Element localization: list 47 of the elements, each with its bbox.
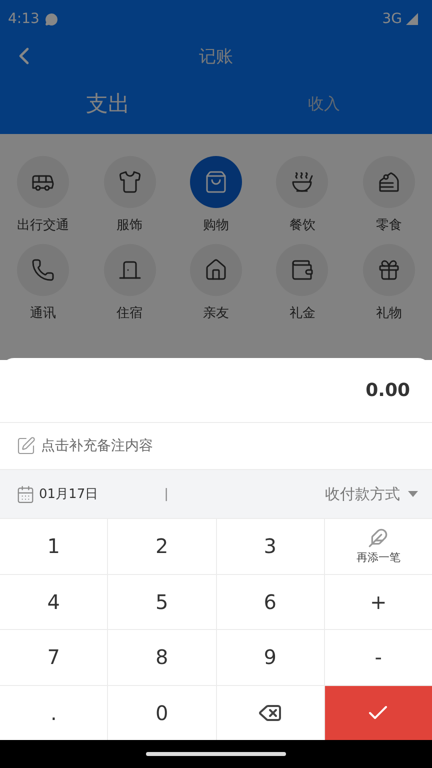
amount-display: 0.00: [366, 380, 410, 400]
payment-method-dropdown[interactable]: 收付款方式: [325, 484, 418, 504]
calendar-icon: [16, 484, 35, 504]
keypad-key[interactable]: 7: [0, 630, 108, 684]
feather-icon: [368, 528, 388, 548]
signal-icon: [406, 13, 418, 25]
status-time: 4:13: [8, 11, 40, 27]
edit-icon: [16, 436, 36, 456]
cake-icon: [376, 170, 401, 194]
keypad-key[interactable]: 4: [0, 574, 108, 629]
house-icon: [204, 258, 228, 282]
network-type: 3G: [382, 11, 402, 27]
confirm-button[interactable]: [324, 686, 432, 740]
shirt-icon: [118, 170, 142, 194]
category-label: 服饰: [116, 217, 143, 234]
keypad-key[interactable]: 3: [216, 519, 324, 574]
category-label: 住宿: [116, 305, 143, 322]
keypad-key[interactable]: 8: [108, 630, 216, 684]
category-label: 餐饮: [289, 217, 316, 234]
keypad-key[interactable]: 2: [108, 519, 216, 574]
keypad-key[interactable]: +: [324, 574, 432, 629]
category-label: 购物: [202, 217, 229, 234]
keypad-key[interactable]: 9: [216, 630, 324, 684]
date-button[interactable]: 01月17日: [16, 484, 98, 504]
shopping-bag-icon: [204, 170, 228, 194]
caret-icon: [408, 491, 418, 497]
add-another-button[interactable]: 再添一笔: [324, 519, 432, 574]
page-title: 记账: [199, 46, 233, 68]
keypad-key[interactable]: 1: [0, 519, 108, 574]
delete-key[interactable]: [216, 686, 324, 740]
category-label: 礼金: [289, 305, 316, 322]
category-label: 零食: [376, 217, 402, 234]
category-label: 出行交通: [17, 217, 70, 234]
separator: |: [164, 486, 168, 502]
keypad-key[interactable]: .: [0, 686, 108, 740]
keypad-key[interactable]: 6: [216, 574, 324, 629]
keypad-key[interactable]: 0: [108, 686, 216, 740]
category-label: 礼物: [376, 305, 402, 322]
bowl-icon: [290, 170, 314, 194]
category-label: 通讯: [30, 305, 56, 322]
category-label: 亲友: [202, 305, 229, 322]
keypad-key[interactable]: 5: [108, 574, 216, 629]
phone-icon: [31, 258, 56, 282]
notification-icon: [45, 12, 58, 26]
wallet-icon: [290, 258, 314, 282]
gift-icon: [376, 258, 401, 282]
keypad-key[interactable]: -: [324, 630, 432, 684]
